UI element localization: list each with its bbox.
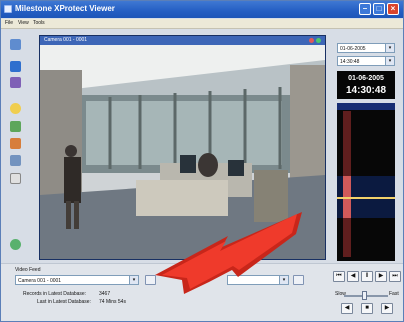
time-value: 14:30:48 xyxy=(340,59,360,65)
close-button[interactable]: × xyxy=(387,3,399,15)
secondary-options-button[interactable] xyxy=(293,275,304,285)
close-icon: × xyxy=(390,4,396,13)
menu-file[interactable]: File xyxy=(5,20,13,26)
chevron-down-icon[interactable]: ▾ xyxy=(279,276,288,284)
minimize-icon: – xyxy=(362,4,368,13)
video-feed-label: Video Feed xyxy=(15,267,41,273)
date-value: 01-06-2005 xyxy=(340,46,366,52)
records-label: Records in Latest Database: xyxy=(23,291,87,297)
playback-controls: ⏮ ◀ Ⅱ ▶ ⏭ Slow Fast ◀ ■ ▶ xyxy=(331,267,401,317)
status-icon xyxy=(10,239,21,250)
menu-bar: File View Tools xyxy=(1,19,403,29)
clock-display: 01-06-2005 14:30:48 xyxy=(337,71,395,99)
last-record-label: Last in Latest Database: xyxy=(37,299,91,305)
bottom-panel: Video Feed Camera 001 - 0001 ▾ Records i… xyxy=(1,263,403,321)
tools-icon[interactable] xyxy=(10,138,21,149)
video-feed-frame[interactable]: Camera 001 - 0001 xyxy=(39,35,326,260)
timeline-cursor[interactable] xyxy=(337,197,395,199)
camera-label: Camera 001 - 0001 xyxy=(44,37,88,43)
monitor-icon[interactable] xyxy=(10,61,21,72)
window-title: Milestone XProtect Viewer xyxy=(15,4,115,13)
maximize-button[interactable]: □ xyxy=(373,3,385,15)
clock-date: 01-06-2005 xyxy=(348,75,384,82)
speed-slider-thumb[interactable] xyxy=(362,291,367,300)
step-forward-icon[interactable]: ▶ xyxy=(375,271,387,282)
video-header: Camera 001 - 0001 xyxy=(40,36,325,45)
image-icon[interactable] xyxy=(10,121,21,132)
last-record-value: 74 Mins 54s xyxy=(99,299,126,305)
right-panel: 01-06-2005 ▾ 14:30:48 ▾ 01-06-2005 14:30… xyxy=(332,35,401,265)
camera-options-button[interactable] xyxy=(145,275,156,285)
timeline-bar[interactable] xyxy=(337,103,395,261)
camera-select[interactable]: Camera 001 - 0001 ▾ xyxy=(15,275,139,285)
minimize-button[interactable]: – xyxy=(359,3,371,15)
video-scene xyxy=(40,45,325,259)
play-back-icon[interactable]: ◀ xyxy=(341,303,353,314)
skip-forward-icon[interactable]: ⏭ xyxy=(389,271,401,282)
help-icon[interactable] xyxy=(10,173,21,184)
video-frame-image xyxy=(40,45,325,259)
camera-icon[interactable] xyxy=(10,39,21,50)
timeline-header xyxy=(337,103,395,110)
stop-icon[interactable]: ■ xyxy=(361,303,373,314)
date-selector[interactable]: 01-06-2005 ▾ xyxy=(337,43,395,53)
chevron-down-icon[interactable]: ▾ xyxy=(129,276,138,284)
records-value: 3467 xyxy=(99,291,111,297)
maximize-icon: □ xyxy=(376,4,382,13)
step-back-icon[interactable]: ◀ xyxy=(347,271,359,282)
title-bar: Milestone XProtect Viewer – □ × xyxy=(1,1,403,18)
app-window: Milestone XProtect Viewer – □ × File Vie… xyxy=(0,0,404,322)
left-toolbar xyxy=(5,33,29,263)
time-selector[interactable]: 14:30:48 ▾ xyxy=(337,56,395,66)
info-icon[interactable] xyxy=(10,103,21,114)
chevron-down-icon[interactable]: ▾ xyxy=(385,44,394,52)
skip-back-icon[interactable]: ⏮ xyxy=(333,271,345,282)
live-indicator xyxy=(316,38,321,43)
recording-indicator xyxy=(309,38,314,43)
camera-select-value: Camera 001 - 0001 xyxy=(18,278,62,284)
settings-icon[interactable] xyxy=(10,155,21,166)
person-icon[interactable] xyxy=(10,77,21,88)
fast-label: Fast xyxy=(389,291,399,297)
play-forward-icon[interactable]: ▶ xyxy=(381,303,393,314)
secondary-select[interactable]: ▾ xyxy=(227,275,289,285)
clock-time: 14:30:48 xyxy=(345,85,387,96)
chevron-down-icon[interactable]: ▾ xyxy=(385,57,394,65)
menu-view[interactable]: View xyxy=(18,20,29,26)
pause-icon[interactable]: Ⅱ xyxy=(361,271,373,282)
app-icon xyxy=(4,5,12,13)
menu-tools[interactable]: Tools xyxy=(33,20,45,26)
